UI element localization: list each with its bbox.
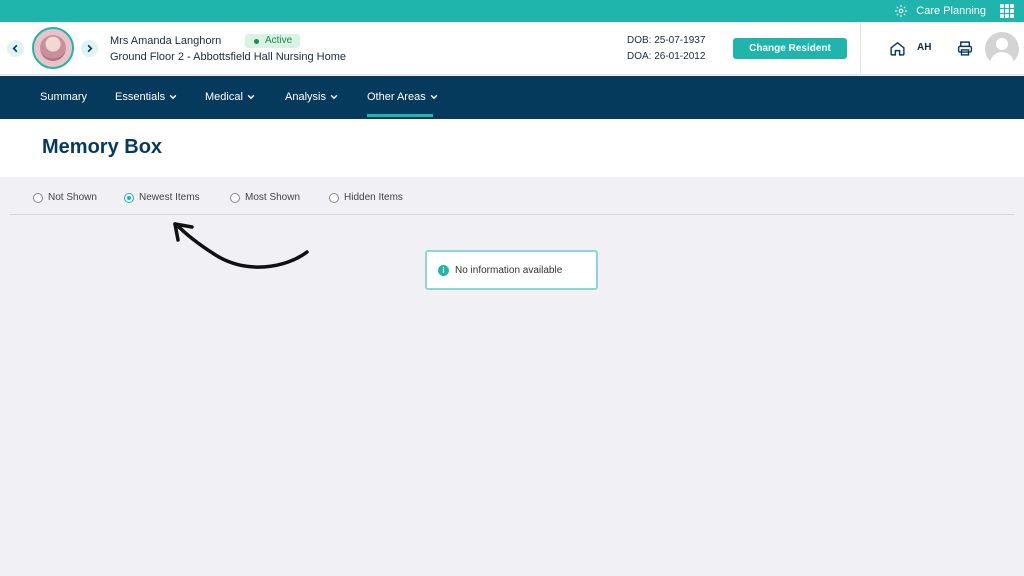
annotation-arrow-icon [173,222,309,269]
active-nav-indicator [367,114,433,117]
change-resident-button[interactable]: Change Resident [733,38,847,59]
radio-button[interactable] [230,192,240,203]
page-title: Memory Box [42,136,163,158]
filter-newest-items[interactable]: Newest Items [124,192,200,203]
radio-label: Most Shown [245,192,301,203]
filter-most-shown[interactable]: Most Shown [230,192,300,203]
apps-grid-icon[interactable] [1000,4,1014,18]
chevron-down-icon [330,94,338,100]
filter-divider [10,214,1014,215]
chevron-down-icon [169,94,177,100]
empty-state-text: No information available [455,264,563,276]
resident-location: Ground Floor 2 - Abbottsfield Hall Nursi… [110,51,346,63]
chevron-down-icon [430,94,438,100]
page-title-band: Memory Box [0,119,1024,177]
radio-button[interactable] [33,192,43,203]
nav-item-label: Medical [205,91,243,103]
nav-item-essentials[interactable]: Essentials [115,91,177,103]
status-badge: Active [245,34,301,48]
nav-item-analysis[interactable]: Analysis [285,91,338,103]
chevron-down-icon [247,94,255,100]
nav-item-label: Analysis [285,91,326,103]
nav-item-label: Essentials [115,91,166,103]
gear-icon[interactable] [894,4,908,18]
chevron-left-icon [12,44,18,53]
filter-not-shown[interactable]: Not Shown [33,192,97,203]
filter-options: Not Shown Newest Items Most Shown Hidden… [0,192,1024,208]
printer-icon[interactable] [956,40,974,57]
radio-button[interactable] [124,192,134,203]
resident-name: Mrs Amanda Langhorn [110,35,222,47]
empty-state-message: i No information available [425,250,598,290]
date-of-admission: DOA: 26-01-2012 [627,51,706,62]
main-navbar: Summary Essentials Medical Analysis Othe… [0,76,1024,119]
nav-item-summary[interactable]: Summary [40,91,87,103]
nav-item-label: Other Areas [367,91,426,103]
user-avatar-icon[interactable] [985,32,1019,66]
next-resident-button[interactable] [81,40,98,57]
radio-button[interactable] [329,192,339,203]
nav-item-label: Summary [40,91,88,103]
date-of-birth: DOB: 25-07-1937 [627,35,706,46]
resident-photo [32,27,74,69]
nav-item-medical[interactable]: Medical [205,91,255,103]
user-initials[interactable]: AH [917,42,931,53]
header-divider [860,22,861,75]
radio-label: Newest Items [139,192,200,203]
app-name[interactable]: Care Planning [916,5,986,17]
radio-label: Hidden Items [344,192,403,203]
resident-header: Mrs Amanda Langhorn Active Ground Floor … [0,22,1024,75]
radio-label: Not Shown [48,192,97,203]
home-icon[interactable] [889,40,906,57]
previous-resident-button[interactable] [7,40,24,57]
top-bar: Care Planning [0,0,1024,22]
filter-hidden-items[interactable]: Hidden Items [329,192,403,203]
chevron-right-icon [87,44,93,53]
nav-item-other-areas[interactable]: Other Areas [367,91,438,103]
info-icon: i [438,264,449,276]
